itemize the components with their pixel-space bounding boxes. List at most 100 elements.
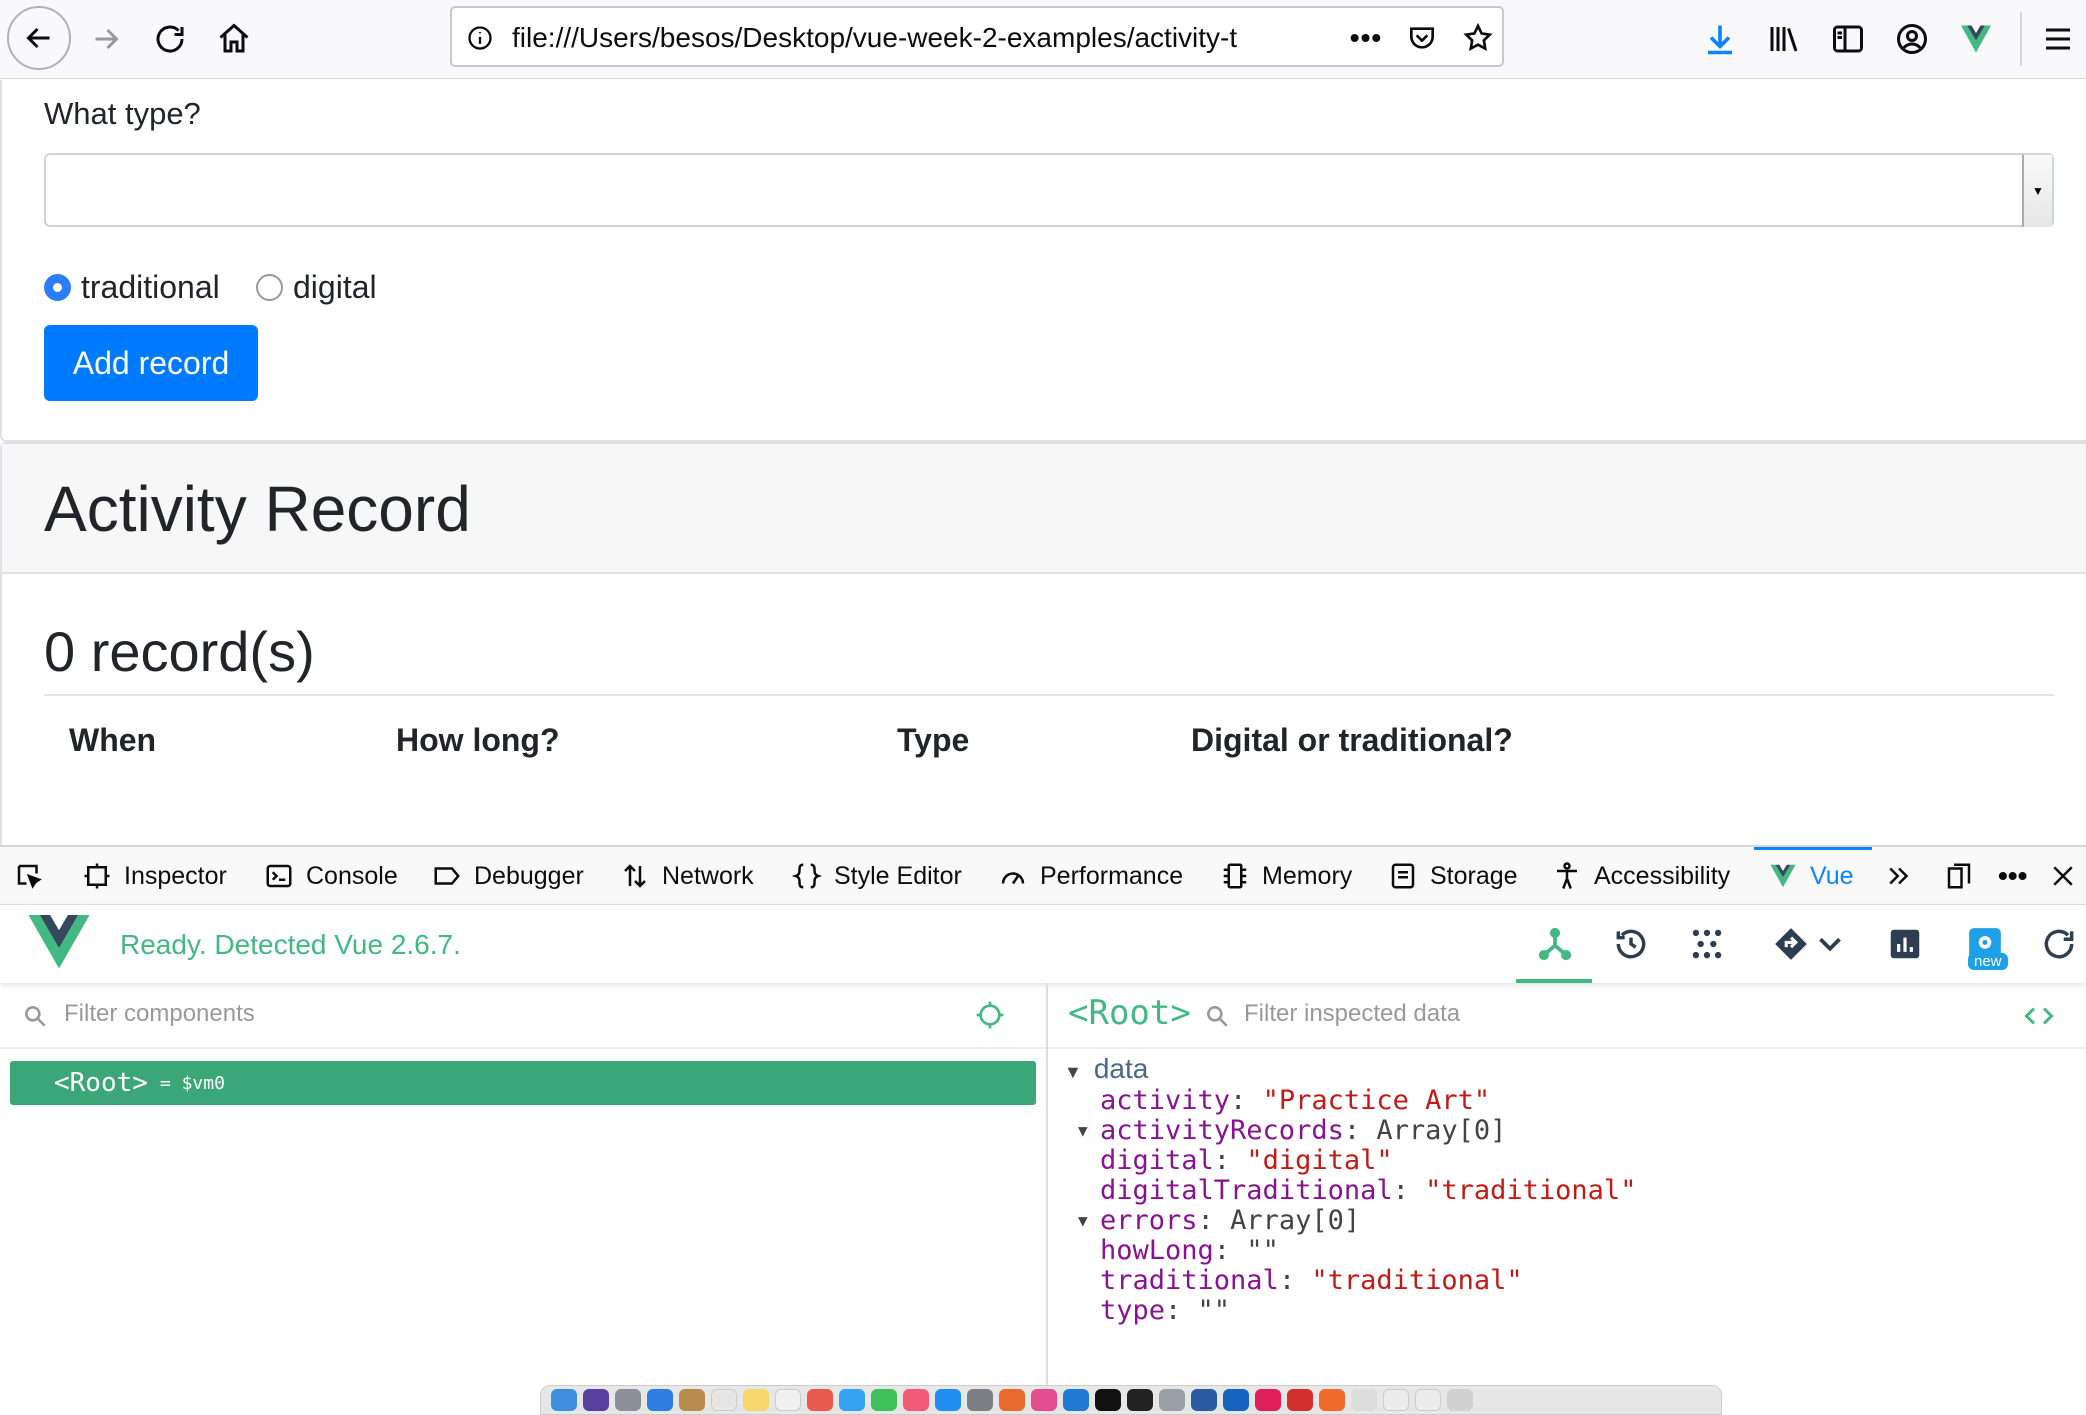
radio-traditional[interactable]: traditional — [44, 269, 220, 306]
preview-icon[interactable] — [1159, 1389, 1185, 1411]
app-icon[interactable] — [1319, 1389, 1345, 1411]
data-section-toggle[interactable]: ▼ data — [1064, 1053, 1148, 1085]
triangle-down-icon[interactable]: ▼ — [1064, 1062, 1082, 1082]
reload-icon[interactable] — [138, 8, 202, 70]
downloads-icon[interactable] — [1415, 1389, 1441, 1411]
back-arrow-icon[interactable] — [7, 6, 71, 70]
app-icon[interactable] — [1351, 1389, 1377, 1411]
element-picker-icon[interactable] — [14, 847, 56, 905]
tab-console[interactable]: Console — [264, 847, 398, 905]
data-property-row[interactable]: ▼ activityRecords: Array[0] — [1078, 1115, 1506, 1146]
data-property-row[interactable]: ▼ errors: Array[0] — [1078, 1205, 1360, 1236]
siri-icon[interactable] — [583, 1389, 609, 1411]
type-select[interactable]: ▼ — [44, 153, 2054, 227]
devtools-more-dots-icon[interactable]: ••• — [1998, 847, 2027, 905]
data-property-row[interactable]: activity: "Practice Art" — [1100, 1085, 1490, 1116]
tab-storage[interactable]: Storage — [1388, 847, 1518, 905]
property-key: traditional — [1100, 1265, 1279, 1296]
chevron-down-icon[interactable] — [1810, 919, 1850, 969]
safari-icon[interactable] — [647, 1389, 673, 1411]
info-icon[interactable] — [460, 18, 500, 58]
filter-components-input[interactable]: Filter components — [64, 1000, 255, 1028]
code-brackets-icon[interactable] — [2024, 1001, 2054, 1031]
home-icon[interactable] — [202, 8, 266, 70]
tab-vue[interactable]: Vue — [1768, 847, 1854, 905]
terminal-icon[interactable] — [1095, 1389, 1121, 1411]
forward-arrow-icon[interactable] — [74, 8, 138, 70]
library-icon[interactable] — [1752, 8, 1816, 70]
vscode-icon[interactable] — [1063, 1389, 1089, 1411]
settings-gear-icon[interactable]: new — [1960, 919, 2010, 970]
calendar-icon[interactable] — [711, 1389, 737, 1411]
more-tabs-chevron-icon[interactable] — [1884, 847, 1926, 905]
data-property-row[interactable]: digitalTraditional: "traditional" — [1100, 1175, 1636, 1206]
data-property-row[interactable]: digital: "digital" — [1100, 1145, 1393, 1176]
finder-icon[interactable] — [551, 1389, 577, 1411]
download-icon[interactable] — [1688, 8, 1752, 70]
more-dots-icon[interactable]: ••• — [1346, 18, 1386, 58]
app-store-icon[interactable] — [935, 1389, 961, 1411]
tab-network[interactable]: Network — [620, 847, 754, 905]
account-icon[interactable] — [1880, 8, 1944, 70]
component-tree-root[interactable]: <Root> = $vm0 — [10, 1061, 1036, 1105]
tab-performance[interactable]: Performance — [998, 847, 1183, 905]
messages-icon[interactable] — [839, 1389, 865, 1411]
sidebar-icon[interactable] — [1816, 8, 1880, 70]
data-property-row[interactable]: howLong: "" — [1100, 1235, 1279, 1266]
timeline-history-icon[interactable] — [1606, 919, 1656, 969]
data-property-row[interactable]: type: "" — [1100, 1295, 1230, 1326]
data-property-row[interactable]: traditional: "traditional" — [1100, 1265, 1523, 1296]
url-text[interactable]: file:///Users/besos/Desktop/vue-week-2-e… — [512, 22, 1292, 54]
chevron-down-icon[interactable]: ▼ — [2022, 155, 2052, 227]
radio-digital[interactable]: digital — [256, 269, 377, 306]
music-icon[interactable] — [903, 1389, 929, 1411]
routing-icon[interactable] — [1766, 919, 1816, 969]
slack-icon[interactable] — [1255, 1389, 1281, 1411]
close-icon[interactable] — [2048, 847, 2086, 905]
console-icon — [266, 864, 292, 888]
reminders-icon[interactable] — [775, 1389, 801, 1411]
app-icon[interactable] — [1223, 1389, 1249, 1411]
radio-checked-icon[interactable] — [44, 274, 71, 301]
filter-inspected-bar: <Root> Filter inspected data — [1048, 983, 2086, 1049]
storage-icon — [1391, 863, 1415, 889]
facetime-icon[interactable] — [871, 1389, 897, 1411]
pocket-icon[interactable] — [1402, 18, 1442, 58]
components-tab-icon[interactable] — [1530, 919, 1580, 969]
system-preferences-icon[interactable] — [967, 1389, 993, 1411]
tab-inspector[interactable]: Inspector — [82, 847, 227, 905]
crosshair-target-icon[interactable] — [974, 999, 1006, 1031]
tab-memory[interactable]: Memory — [1220, 847, 1352, 905]
tab-debugger[interactable]: Debugger — [432, 847, 584, 905]
trash-icon[interactable] — [1447, 1389, 1473, 1411]
console-app-icon[interactable] — [1127, 1389, 1153, 1411]
firefox-icon[interactable] — [999, 1389, 1025, 1411]
performance-chart-icon[interactable] — [1880, 919, 1930, 969]
notes-icon[interactable] — [743, 1389, 769, 1411]
dock-toggle-icon[interactable] — [1944, 847, 1986, 905]
divider — [44, 694, 2054, 696]
app-icon[interactable] — [1191, 1389, 1217, 1411]
launchpad-icon[interactable] — [615, 1389, 641, 1411]
app-icon[interactable] — [1031, 1389, 1057, 1411]
tab-label: Accessibility — [1594, 861, 1731, 890]
bookmark-star-icon[interactable] — [1458, 18, 1498, 58]
triangle-down-icon[interactable]: ▼ — [1078, 1211, 1088, 1230]
browser-toolbar: file:///Users/besos/Desktop/vue-week-2-e… — [0, 0, 2086, 79]
vue-extension-icon[interactable] — [1944, 8, 2008, 70]
filter-inspected-input[interactable]: Filter inspected data — [1244, 1000, 1460, 1028]
app-icon[interactable] — [1287, 1389, 1313, 1411]
menu-icon[interactable] — [2026, 8, 2086, 70]
contacts-icon[interactable] — [679, 1389, 705, 1411]
colon-separator: : — [1392, 1175, 1426, 1206]
tab-accessibility[interactable]: Accessibility — [1552, 847, 1730, 905]
tab-style-editor[interactable]: Style Editor — [792, 847, 962, 905]
radio-unchecked-icon[interactable] — [256, 274, 283, 301]
documents-icon[interactable] — [1383, 1389, 1409, 1411]
refresh-icon[interactable] — [2034, 919, 2084, 969]
vuex-dots-icon[interactable] — [1682, 919, 1732, 969]
add-record-button[interactable]: Add record — [44, 325, 258, 401]
triangle-down-icon[interactable]: ▼ — [1078, 1121, 1088, 1140]
photos-icon[interactable] — [807, 1389, 833, 1411]
url-bar[interactable]: file:///Users/besos/Desktop/vue-week-2-e… — [450, 6, 1504, 67]
